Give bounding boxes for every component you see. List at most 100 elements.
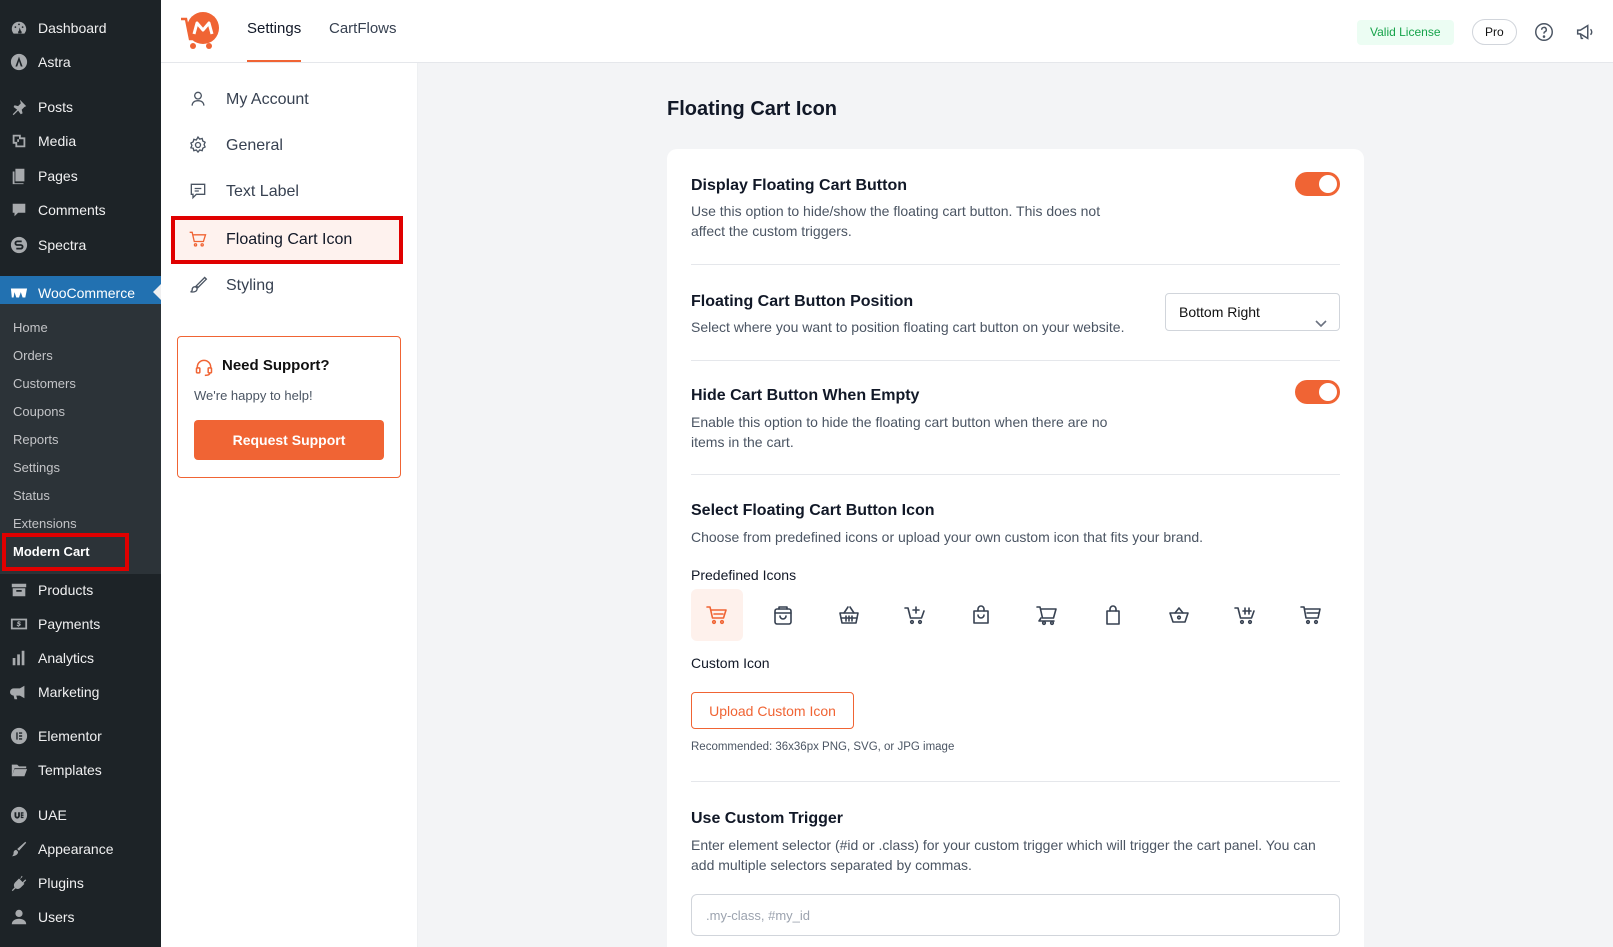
- cart-check-icon: [1234, 607, 1255, 625]
- cart-icon-option-3[interactable]: [823, 589, 875, 641]
- wp-menu-media[interactable]: Media: [0, 126, 161, 156]
- elementor-icon: [9, 726, 29, 746]
- wp-menu-label: Products: [38, 582, 94, 598]
- support-card: Need Support? We're happy to help! Reque…: [177, 336, 401, 478]
- wp-submenu-item[interactable]: Home: [13, 318, 48, 338]
- media-icon: [9, 131, 29, 151]
- wp-menu-appearance[interactable]: Appearance: [0, 834, 161, 864]
- wp-submenu-item[interactable]: Coupons: [13, 402, 65, 422]
- position-select[interactable]: Bottom Right: [1165, 293, 1340, 331]
- cart-icon-option-10[interactable]: [1285, 589, 1337, 641]
- setting-description: Use this option to hide/show the floatin…: [691, 203, 1101, 219]
- plug-icon: [9, 873, 29, 893]
- wp-submenu-item[interactable]: Customers: [13, 374, 76, 394]
- woocommerce-icon: [9, 283, 29, 303]
- user-icon: [9, 907, 29, 927]
- wp-menu-marketing[interactable]: Marketing: [0, 677, 161, 707]
- setting-description: affect the custom triggers.: [691, 223, 852, 239]
- highlight-box: [2, 533, 129, 571]
- setting-description: Choose from predefined icons or upload y…: [691, 529, 1204, 545]
- setting-description: items in the cart.: [691, 434, 794, 450]
- hide-when-empty-toggle[interactable]: [1295, 380, 1340, 404]
- wp-menu-label: Users: [38, 909, 75, 925]
- pro-badge[interactable]: Pro: [1472, 19, 1517, 45]
- nav-item-styling[interactable]: Styling: [175, 264, 400, 308]
- wp-menu-dashboard[interactable]: Dashboard: [0, 13, 161, 43]
- wp-submenu-item[interactable]: Extensions: [13, 514, 77, 534]
- cart-icon-option-9[interactable]: [1219, 589, 1271, 641]
- analytics-icon: [9, 648, 29, 668]
- cart-icon-option-8[interactable]: [1153, 589, 1205, 641]
- wp-menu-templates[interactable]: Templates: [0, 755, 161, 785]
- setting-description: Enter element selector (#id or .class) f…: [691, 837, 1316, 853]
- cart-icon-option-5[interactable]: [955, 589, 1007, 641]
- wp-menu-label: Appearance: [38, 841, 114, 857]
- wp-menu-comments[interactable]: Comments: [0, 195, 161, 225]
- wp-menu-spectra[interactable]: Spectra: [0, 230, 161, 260]
- modern-cart-logo[interactable]: [179, 10, 223, 54]
- cart-icon-option-1[interactable]: [691, 589, 743, 641]
- cart-icon-option-6[interactable]: [1021, 589, 1073, 641]
- setting-title: Use Custom Trigger: [691, 810, 844, 827]
- wp-menu-label: Marketing: [38, 684, 100, 700]
- payments-icon: [9, 614, 29, 634]
- wp-menu-uae[interactable]: UAE: [0, 800, 161, 830]
- wp-menu-users[interactable]: Users: [0, 902, 161, 932]
- nav-item-general[interactable]: General: [175, 124, 400, 168]
- wp-menu-plugins[interactable]: Plugins: [0, 868, 161, 898]
- tab-cartflows[interactable]: CartFlows: [329, 20, 397, 62]
- shopping-bag-icon: [774, 606, 792, 625]
- cart-icon: [706, 606, 727, 625]
- brush-icon: [188, 275, 210, 297]
- highlight-box: [171, 216, 403, 264]
- setting-title: Display Floating Cart Button: [691, 177, 907, 194]
- help-icon[interactable]: [1533, 21, 1555, 43]
- setting-title: Floating Cart Button Position: [691, 293, 914, 310]
- display-floating-cart-toggle[interactable]: [1295, 172, 1340, 196]
- wp-menu-payments[interactable]: Payments: [0, 609, 161, 639]
- support-title: Need Support?: [222, 357, 330, 374]
- upload-recommendation: Recommended: 36x36px PNG, SVG, or JPG im…: [691, 741, 955, 753]
- wp-menu-elementor[interactable]: Elementor: [0, 721, 161, 751]
- setting-hide-when-empty: Hide Cart Button When Empty Enable this …: [691, 361, 1340, 475]
- cart-icon-option-7[interactable]: [1087, 589, 1139, 641]
- wp-menu-label: WooCommerce: [38, 285, 135, 301]
- toggle-knob: [1319, 175, 1337, 193]
- wp-menu-label: Dashboard: [38, 20, 107, 36]
- cart-icon-option-4[interactable]: [889, 589, 941, 641]
- pin-icon: [9, 97, 29, 117]
- comment-icon: [9, 200, 29, 220]
- dashboard-icon: [9, 18, 29, 38]
- headset-icon: [194, 357, 214, 377]
- archive-icon: [9, 580, 29, 600]
- nav-item-text-label[interactable]: Text Label: [175, 170, 400, 214]
- megaphone-icon: [9, 682, 29, 702]
- wp-menu-astra[interactable]: Astra: [0, 47, 161, 77]
- announcement-icon[interactable]: [1574, 21, 1596, 43]
- wp-menu-posts[interactable]: Posts: [0, 92, 161, 122]
- wp-submenu-item[interactable]: Orders: [13, 346, 53, 366]
- folder-icon: [9, 760, 29, 780]
- wp-menu-analytics[interactable]: Analytics: [0, 643, 161, 673]
- setting-title: Hide Cart Button When Empty: [691, 387, 920, 404]
- chat-icon: [188, 181, 210, 203]
- wp-menu-products[interactable]: Products: [0, 575, 161, 605]
- custom-trigger-input[interactable]: [691, 894, 1340, 936]
- wp-menu-pages[interactable]: Pages: [0, 161, 161, 191]
- tab-settings[interactable]: Settings: [247, 20, 302, 62]
- nav-item-my-account[interactable]: My Account: [175, 78, 400, 122]
- nav-item-label: Text Label: [226, 183, 299, 200]
- cart-icon-option-2[interactable]: [757, 589, 809, 641]
- wp-submenu-item[interactable]: Settings: [13, 458, 60, 478]
- wp-submenu-item[interactable]: Status: [13, 486, 50, 506]
- custom-icon-label: Custom Icon: [691, 655, 770, 671]
- flat-cart-icon: [1300, 606, 1321, 625]
- user-icon: [188, 89, 210, 111]
- setting-title: Select Floating Cart Button Icon: [691, 502, 935, 519]
- upload-custom-icon-button[interactable]: Upload Custom Icon: [691, 692, 854, 729]
- request-support-button[interactable]: Request Support: [194, 420, 384, 460]
- basket-handle-icon: [1169, 607, 1189, 623]
- wp-submenu-item[interactable]: Reports: [13, 430, 59, 450]
- app-topbar: Settings CartFlows Valid License Pro: [161, 0, 1613, 63]
- chevron-down-icon: [1315, 306, 1327, 328]
